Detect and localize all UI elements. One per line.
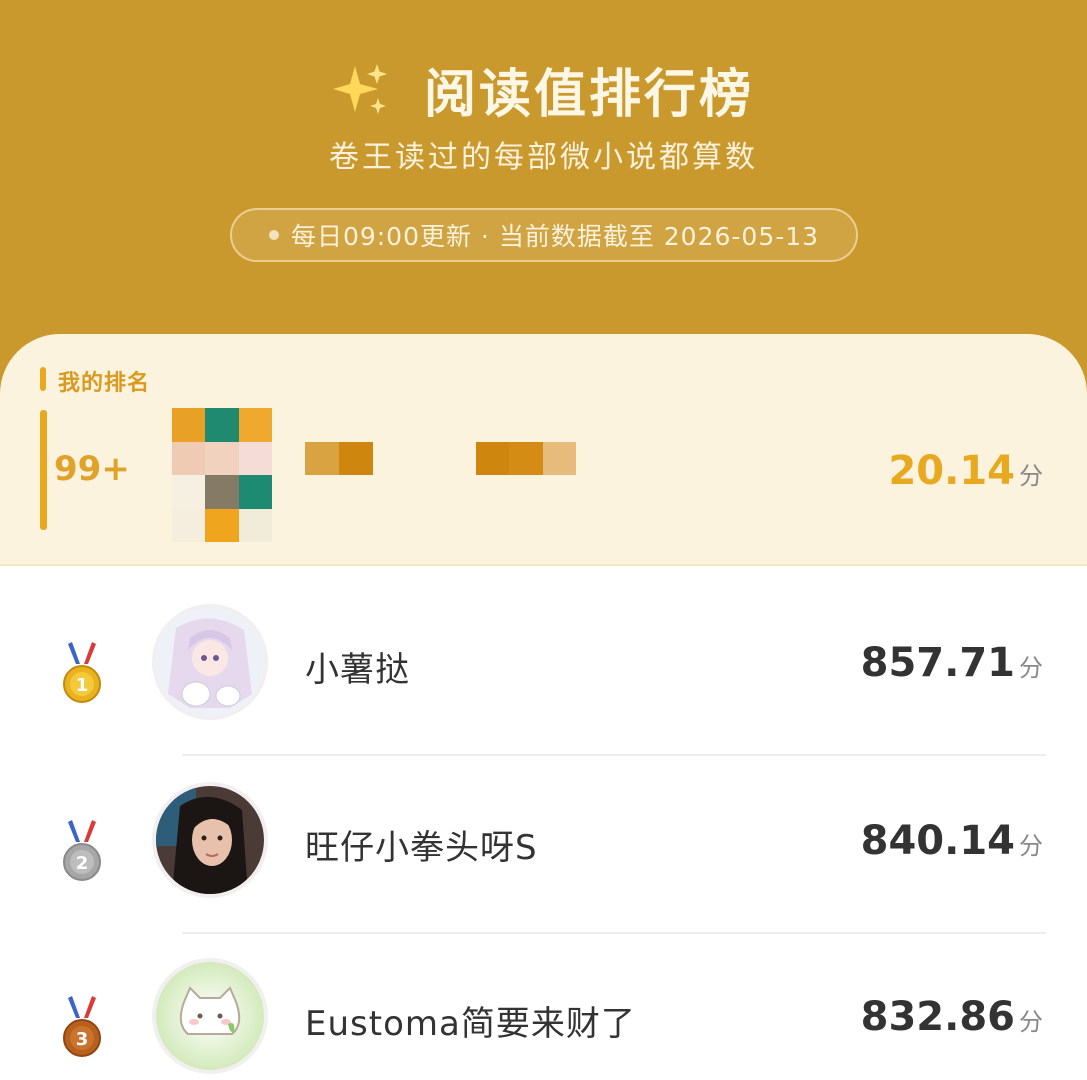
user-score-value: 832.86 [860, 994, 1015, 1040]
my-rank-number: 99+ [54, 449, 130, 489]
silver-medal-icon: 2 [63, 820, 101, 881]
score-unit: 分 [1019, 654, 1043, 682]
avatar[interactable] [152, 604, 268, 720]
user-score-value: 840.14 [860, 818, 1015, 864]
score-unit: 分 [1019, 832, 1043, 860]
user-score-value: 857.71 [860, 640, 1015, 686]
svg-text:3: 3 [76, 1029, 89, 1050]
my-avatar-pixelated[interactable] [172, 408, 272, 542]
row-divider [182, 932, 1046, 934]
leaderboard-row-2[interactable]: 2 旺仔小拳头呀S 840.14 分 [0, 782, 1087, 958]
my-score: 20.14 分 [888, 448, 1043, 494]
leaderboard-row-3[interactable]: 3 Eustoma简要来财了 832.86 分 [0, 958, 1087, 1080]
svg-text:2: 2 [76, 853, 89, 874]
section-marker [40, 367, 46, 391]
my-name-pixelated-2 [476, 442, 576, 475]
my-score-value: 20.14 [888, 448, 1015, 494]
user-score: 857.71 分 [861, 640, 1043, 686]
user-name: 旺仔小拳头呀S [305, 828, 538, 868]
page-subtitle: 卷王读过的每部微小说都算数 [329, 140, 758, 175]
bronze-medal-icon: 3 [63, 996, 101, 1057]
avatar[interactable] [152, 782, 268, 898]
score-unit: 分 [1019, 1008, 1043, 1036]
my-rank-label: 我的排名 [58, 371, 151, 396]
my-name-pixelated [305, 442, 373, 475]
user-name: Eustoma简要来财了 [305, 1004, 636, 1044]
update-info-pill: 每日09:00更新 · 当前数据截至 2026-05-13 [230, 208, 858, 262]
avatar[interactable] [152, 958, 268, 1074]
score-unit: 分 [1019, 462, 1043, 490]
user-name: 小薯挞 [305, 650, 410, 690]
user-score: 840.14 分 [861, 818, 1043, 864]
row-divider [182, 754, 1046, 756]
rank-marker [40, 410, 47, 530]
user-score: 832.86 分 [861, 994, 1043, 1040]
dot-icon [268, 230, 279, 240]
gold-medal-icon: 1 [63, 642, 101, 703]
svg-text:1: 1 [76, 675, 89, 696]
page-title: 阅读值排行榜 [424, 65, 755, 125]
sparkles-icon [332, 63, 387, 114]
update-info-text: 每日09:00更新 · 当前数据截至 2026-05-13 [290, 222, 820, 251]
leaderboard-row-1[interactable]: 1 小薯挞 857.71 分 [0, 604, 1087, 780]
page-title-row: 阅读值排行榜 [0, 52, 1087, 127]
